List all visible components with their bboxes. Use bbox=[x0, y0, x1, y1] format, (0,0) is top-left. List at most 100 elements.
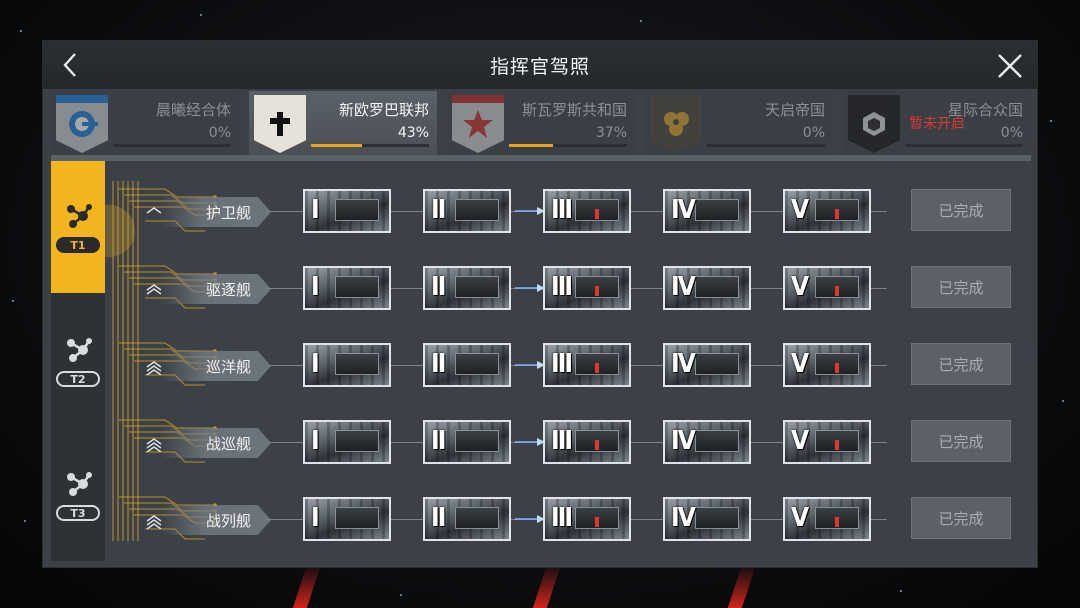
stage-numeral: III bbox=[551, 349, 573, 379]
ship-stage-3[interactable]: III bbox=[543, 189, 631, 233]
faction-progress-bar bbox=[311, 144, 429, 147]
ship-class-row: 战列舰 I II III IV V 已完成 bbox=[43, 497, 1039, 543]
red-beam bbox=[532, 564, 562, 608]
stage-numeral: I bbox=[311, 272, 320, 302]
ship-class-label: 驱逐舰 bbox=[161, 274, 271, 304]
ship-stage-3[interactable]: III bbox=[543, 266, 631, 310]
molecule-icon bbox=[67, 472, 92, 496]
faction-tab-bar: 晨曦经合体 0% 新欧罗巴联邦 43% 斯瓦罗斯共和国 37% 天启帝国 0% … bbox=[51, 89, 1031, 155]
stage-numeral: V bbox=[791, 195, 809, 225]
completed-button[interactable]: 已完成 bbox=[911, 497, 1011, 539]
faction-name: 天启帝国 bbox=[764, 101, 825, 119]
progress-arrow-icon bbox=[515, 361, 545, 369]
faction-progress-percent: 0% bbox=[1000, 125, 1023, 141]
ship-class-row: 战巡舰 I II III IV V 已完成 bbox=[43, 420, 1039, 466]
progress-arrow-icon bbox=[515, 284, 545, 292]
faction-tab[interactable]: 星际合众国 0% 暂未开启 bbox=[843, 91, 1031, 155]
ship-stage-4[interactable]: IV bbox=[663, 420, 751, 464]
completed-button[interactable]: 已完成 bbox=[911, 420, 1011, 462]
ship-stage-5[interactable]: V bbox=[783, 343, 871, 387]
ship-stage-3[interactable]: III bbox=[543, 343, 631, 387]
chevron-left-icon bbox=[63, 53, 76, 77]
faction-progress-bar bbox=[707, 144, 825, 147]
ship-hull-detail bbox=[695, 199, 739, 221]
ship-stage-1[interactable]: I bbox=[303, 497, 391, 541]
red-light-detail bbox=[835, 440, 839, 450]
stage-numeral: II bbox=[431, 349, 446, 379]
faction-progress-fill bbox=[311, 144, 362, 147]
ship-stage-3[interactable]: III bbox=[543, 420, 631, 464]
ship-stage-5[interactable]: V bbox=[783, 189, 871, 233]
ship-stage-4[interactable]: IV bbox=[663, 266, 751, 310]
ship-stage-5[interactable]: V bbox=[783, 266, 871, 310]
chevron-rank-2-icon bbox=[146, 284, 162, 295]
ship-stage-1[interactable]: I bbox=[303, 189, 391, 233]
ship-hull-detail bbox=[695, 507, 739, 529]
close-icon bbox=[998, 54, 1022, 78]
faction-progress-bar bbox=[509, 144, 627, 147]
tier-label: T1 bbox=[56, 237, 100, 253]
ship-class-row: 驱逐舰 I II III IV V 已完成 bbox=[43, 266, 1039, 312]
ship-hull-detail bbox=[455, 353, 499, 375]
page-title: 指挥官驾照 bbox=[489, 55, 590, 78]
stage-numeral: V bbox=[791, 349, 809, 379]
ship-stage-5[interactable]: V bbox=[783, 497, 871, 541]
ship-stage-1[interactable]: I bbox=[303, 420, 391, 464]
faction-progress-percent: 0% bbox=[802, 125, 825, 141]
faction-tab[interactable]: 新欧罗巴联邦 43% bbox=[249, 91, 437, 155]
commander-license-dialog: 指挥官驾照 晨曦经合体 0% 新欧罗巴联邦 43% 斯瓦罗斯共和国 37% 天启… bbox=[42, 40, 1038, 568]
stage-numeral: II bbox=[431, 195, 446, 225]
progress-arrow-icon bbox=[515, 438, 545, 446]
red-beam bbox=[727, 564, 757, 608]
ship-class-label: 战巡舰 bbox=[161, 428, 271, 458]
stage-numeral: IV bbox=[671, 349, 696, 379]
red-light-detail bbox=[835, 363, 839, 373]
ship-hull-detail bbox=[695, 430, 739, 452]
ship-hull-detail bbox=[335, 430, 379, 452]
faction-tab[interactable]: 晨曦经合体 0% bbox=[51, 91, 239, 155]
cross-emblem-icon bbox=[254, 95, 306, 153]
stage-numeral: I bbox=[311, 503, 320, 533]
faction-tab[interactable]: 天启帝国 0% bbox=[645, 91, 833, 155]
chevron-rank-4-icon bbox=[146, 438, 162, 452]
stage-numeral: IV bbox=[671, 426, 696, 456]
back-button[interactable] bbox=[55, 49, 87, 81]
stage-numeral: III bbox=[551, 503, 573, 533]
red-light-detail bbox=[835, 209, 839, 219]
ship-stage-1[interactable]: I bbox=[303, 266, 391, 310]
red-light-detail bbox=[595, 517, 599, 527]
ship-stage-2[interactable]: II bbox=[423, 189, 511, 233]
title-bar: 指挥官驾照 bbox=[43, 41, 1037, 89]
stage-numeral: IV bbox=[671, 272, 696, 302]
ship-class-row: 巡洋舰 I II III IV V 已完成 bbox=[43, 343, 1039, 389]
ship-stage-2[interactable]: II bbox=[423, 343, 511, 387]
red-light-detail bbox=[595, 286, 599, 296]
faction-name: 新欧罗巴联邦 bbox=[338, 101, 429, 119]
ship-class-row: 护卫舰 I II III IV V 已完成 bbox=[43, 189, 1039, 235]
faction-progress-percent: 43% bbox=[397, 125, 429, 141]
completed-button[interactable]: 已完成 bbox=[911, 189, 1011, 231]
completed-button[interactable]: 已完成 bbox=[911, 343, 1011, 385]
completed-button[interactable]: 已完成 bbox=[911, 266, 1011, 308]
ship-hull-detail bbox=[335, 353, 379, 375]
ship-hull-detail bbox=[335, 276, 379, 298]
progress-arrow-icon bbox=[515, 515, 545, 523]
ship-stage-4[interactable]: IV bbox=[663, 343, 751, 387]
faction-progress-fill bbox=[509, 144, 553, 147]
ship-hull-detail bbox=[695, 276, 739, 298]
red-light-detail bbox=[835, 286, 839, 296]
ship-stage-4[interactable]: IV bbox=[663, 189, 751, 233]
ship-hull-detail bbox=[335, 507, 379, 529]
stage-numeral: III bbox=[551, 426, 573, 456]
chevron-rank-5-icon bbox=[146, 515, 162, 529]
ship-stage-2[interactable]: II bbox=[423, 266, 511, 310]
ship-stage-2[interactable]: II bbox=[423, 420, 511, 464]
close-button[interactable] bbox=[993, 49, 1027, 83]
ship-stage-1[interactable]: I bbox=[303, 343, 391, 387]
faction-name: 晨曦经合体 bbox=[155, 101, 231, 119]
ship-stage-4[interactable]: IV bbox=[663, 497, 751, 541]
faction-tab[interactable]: 斯瓦罗斯共和国 37% bbox=[447, 91, 635, 155]
ship-stage-3[interactable]: III bbox=[543, 497, 631, 541]
ship-stage-5[interactable]: V bbox=[783, 420, 871, 464]
ship-stage-2[interactable]: II bbox=[423, 497, 511, 541]
